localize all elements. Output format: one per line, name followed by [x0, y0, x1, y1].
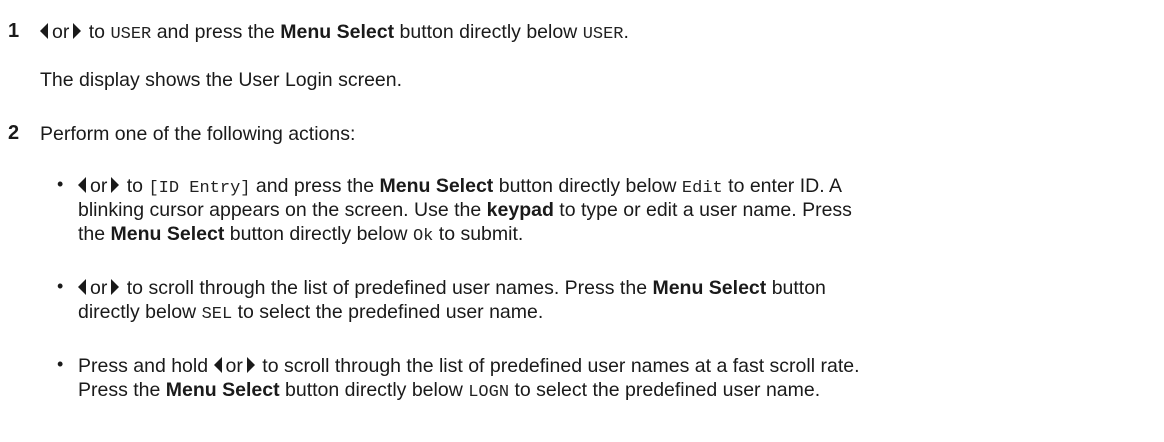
text: button: [771, 277, 826, 299]
menu-select-label: Menu Select: [110, 223, 225, 245]
left-arrow-icon: [213, 357, 222, 373]
ok-code: Ok: [412, 227, 434, 246]
bullet-1-line-1: or to [ID Entry] and press the Menu Sele…: [78, 174, 842, 201]
right-arrow-icon: [73, 23, 82, 39]
menu-select-label: Menu Select: [379, 175, 494, 197]
step-1-result: The display shows the User Login screen.: [40, 69, 403, 91]
bullet-2-line-1: or to scroll through the list of predefi…: [78, 276, 826, 300]
text: Press the: [78, 379, 161, 401]
text: to type or edit a user name. Press: [559, 199, 852, 221]
right-arrow-icon: [246, 357, 255, 373]
menu-user-code: USER: [110, 25, 152, 44]
right-arrow-icon: [111, 177, 120, 193]
logn-code: LOGN: [468, 383, 510, 402]
press-text: and press the: [255, 175, 375, 197]
sel-code: SEL: [201, 305, 233, 324]
step-2-intro: Perform one of the following actions:: [40, 123, 356, 145]
or-text: or: [52, 21, 70, 43]
or-text: or: [90, 277, 108, 299]
to-text: to: [88, 21, 106, 43]
right-arrow-icon: [111, 279, 120, 295]
text: directly below: [78, 301, 197, 323]
after-edit-text: to enter ID. A: [728, 175, 842, 197]
bullet-3-line-2: Press the Menu Select button directly be…: [78, 378, 820, 405]
text: to select the predefined user name.: [237, 301, 544, 323]
below-text: button directly below: [399, 21, 578, 43]
text: the: [78, 223, 106, 245]
step-2-number: 2: [8, 122, 20, 144]
text: to submit.: [438, 223, 524, 245]
step-1-instruction: or to USER and press the Menu Select but…: [40, 20, 629, 47]
text: Press and hold: [78, 355, 209, 377]
text: to scroll through the list of predefined…: [262, 355, 860, 377]
bullet-marker-2: •: [57, 276, 64, 296]
left-arrow-icon: [40, 23, 48, 39]
press-text: and press the: [156, 21, 275, 43]
text: button directly below: [229, 223, 408, 245]
menu-select-label: Menu Select: [165, 379, 280, 401]
period: .: [623, 21, 629, 43]
text: to select the predefined user name.: [514, 379, 821, 401]
menu-select-label: Menu Select: [652, 277, 767, 299]
text: blinking cursor appears on the screen. U…: [78, 199, 482, 221]
keypad-label: keypad: [486, 199, 554, 221]
bullet-marker-1: •: [57, 174, 64, 194]
left-arrow-icon: [78, 177, 86, 193]
text: to scroll through the list of predefined…: [126, 277, 648, 299]
to-text: to: [126, 175, 144, 197]
edit-code: Edit: [681, 179, 723, 198]
bullet-2-line-2: directly below SEL to select the predefi…: [78, 300, 543, 327]
bullet-marker-3: •: [57, 354, 64, 374]
left-arrow-icon: [78, 279, 86, 295]
menu-select-label: Menu Select: [280, 21, 395, 43]
id-entry-code: [ID Entry]: [148, 179, 251, 198]
bullet-1-line-2: blinking cursor appears on the screen. U…: [78, 198, 852, 222]
manual-page: 1 or to USER and press the Menu Select b…: [0, 0, 1164, 442]
below-text: button directly below: [498, 175, 677, 197]
or-text: or: [90, 175, 108, 197]
menu-user-code-2: USER: [582, 25, 624, 44]
bullet-3-line-1: Press and hold or to scroll through the …: [78, 354, 860, 378]
text: button directly below: [285, 379, 463, 401]
bullet-1-line-3: the Menu Select button directly below Ok…: [78, 222, 523, 249]
step-1-number: 1: [8, 20, 20, 42]
or-text: or: [225, 355, 243, 377]
